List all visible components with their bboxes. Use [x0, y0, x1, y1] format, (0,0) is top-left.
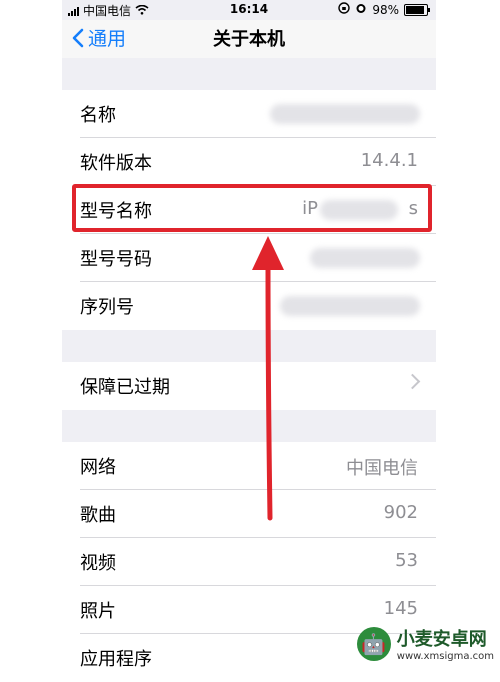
watermark: 🤖 小麦安卓网 www.xmsigma.com — [356, 625, 494, 662]
android-logo-icon: 🤖 — [356, 626, 391, 661]
annotation-arrow — [252, 236, 284, 521]
watermark-text: 小麦安卓网 www.xmsigma.com — [397, 625, 494, 662]
watermark-name: 小麦安卓网 — [396, 629, 487, 650]
watermark-url: www.xmsigma.com — [396, 651, 494, 662]
